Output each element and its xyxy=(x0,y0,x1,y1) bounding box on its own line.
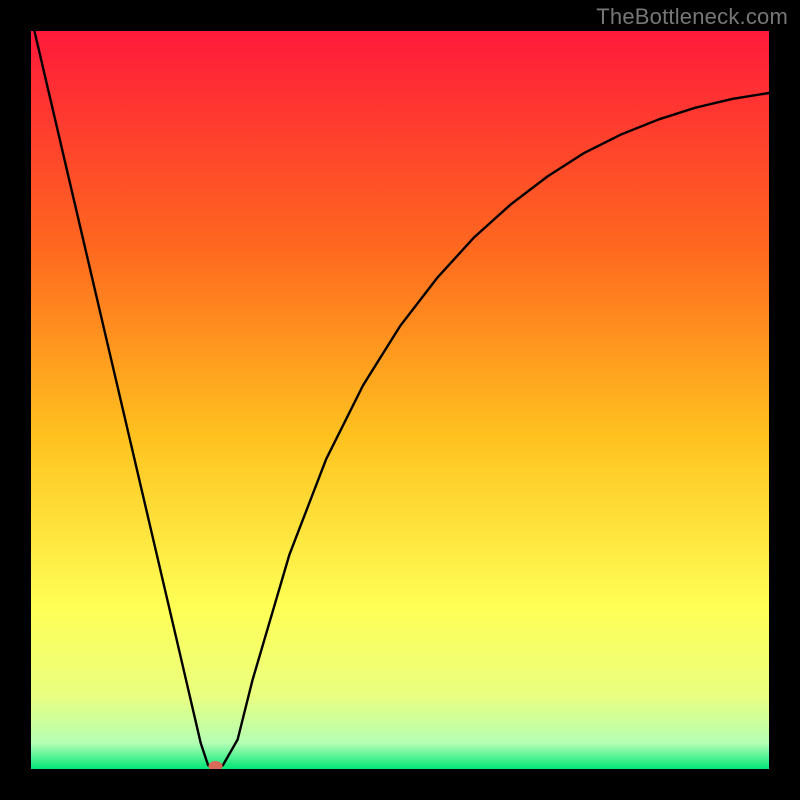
chart-frame xyxy=(0,0,800,800)
chart-background xyxy=(31,31,769,769)
bottleneck-chart xyxy=(31,31,769,769)
watermark-text: TheBottleneck.com xyxy=(596,4,788,30)
